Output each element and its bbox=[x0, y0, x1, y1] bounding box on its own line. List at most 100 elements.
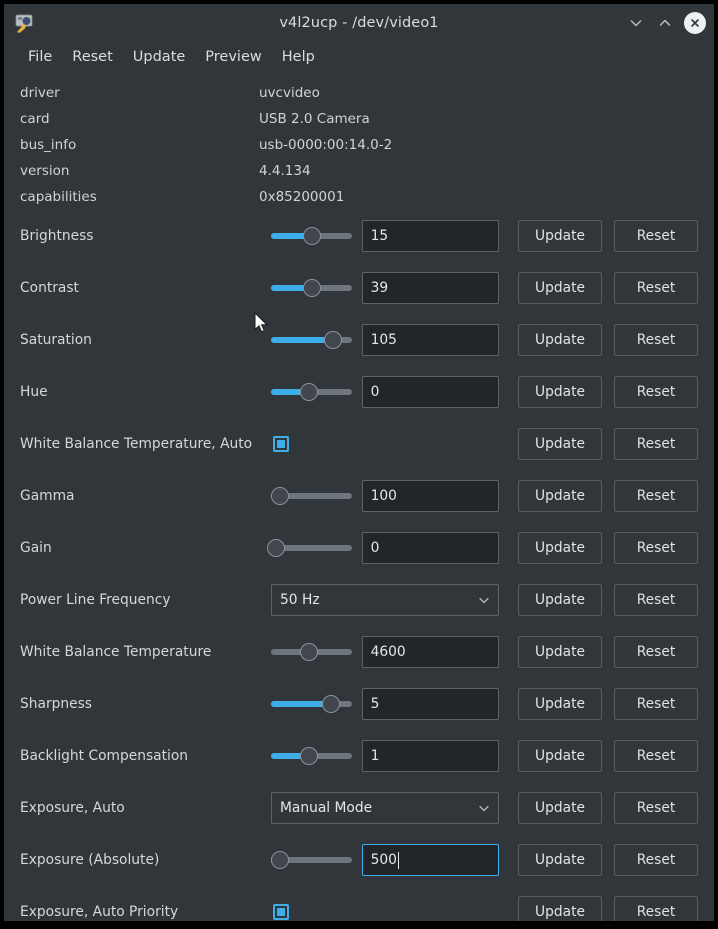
value-input-contrast[interactable]: 39 bbox=[361, 272, 499, 304]
app-window: v4l2ucp - /dev/video1 File Reset Update … bbox=[0, 0, 718, 929]
menu-item-help[interactable]: Help bbox=[272, 46, 325, 68]
update-button-exposure-absolute[interactable]: Update bbox=[518, 844, 602, 876]
title-bar[interactable]: v4l2ucp - /dev/video1 bbox=[4, 4, 714, 42]
control-widget-power-line-frequency: 50 Hz bbox=[259, 584, 499, 616]
control-row-exposure-auto-priority: Exposure, Auto Priority Update Reset bbox=[4, 886, 714, 921]
checkbox-exposure-auto-priority[interactable] bbox=[273, 904, 289, 920]
reset-button-sharpness[interactable]: Reset bbox=[614, 688, 698, 720]
control-row-gain: Gain 0 Update Reset bbox=[4, 522, 714, 574]
control-actions-power-line-frequency: Update Reset bbox=[518, 584, 714, 616]
slider-backlight-compensation[interactable] bbox=[271, 745, 352, 767]
maximize-button[interactable] bbox=[652, 10, 678, 36]
dropdown-power-line-frequency[interactable]: 50 Hz bbox=[271, 584, 499, 616]
device-info-value: usb-0000:00:14.0-2 bbox=[259, 137, 393, 153]
device-info-key: card bbox=[20, 111, 50, 127]
slider-gamma[interactable] bbox=[270, 485, 352, 507]
device-info-value: 0x85200001 bbox=[259, 189, 345, 205]
reset-button-power-line-frequency[interactable]: Reset bbox=[614, 584, 698, 616]
control-row-saturation: Saturation 105 Update Reset bbox=[4, 314, 714, 366]
control-widget-hue: 0 bbox=[259, 376, 499, 408]
value-input-backlight-compensation[interactable]: 1 bbox=[361, 740, 499, 772]
device-info-row: bus_info usb-0000:00:14.0-2 bbox=[4, 132, 714, 158]
value-input-exposure-absolute[interactable]: 500 bbox=[361, 844, 499, 876]
slider-white-balance-temperature[interactable] bbox=[271, 641, 352, 663]
update-button-contrast[interactable]: Update bbox=[518, 272, 602, 304]
control-label-exposure-auto-priority: Exposure, Auto Priority bbox=[20, 904, 179, 920]
update-button-saturation[interactable]: Update bbox=[518, 324, 602, 356]
slider-sharpness[interactable] bbox=[271, 693, 352, 715]
value-input-brightness[interactable]: 15 bbox=[361, 220, 499, 252]
slider-handle[interactable] bbox=[270, 851, 289, 869]
device-info-key: driver bbox=[20, 85, 60, 101]
control-row-contrast: Contrast 39 Update Reset bbox=[4, 262, 714, 314]
control-row-gamma: Gamma 100 Update Reset bbox=[4, 470, 714, 522]
control-row-white-balance-temperature: White Balance Temperature 4600 Update Reset bbox=[4, 626, 714, 678]
update-button-power-line-frequency[interactable]: Update bbox=[518, 584, 602, 616]
reset-button-exposure-auto[interactable]: Reset bbox=[614, 792, 698, 824]
slider-handle[interactable] bbox=[322, 695, 341, 713]
control-actions-hue: Update Reset bbox=[518, 376, 714, 408]
control-widget-white-balance-temperature: 4600 bbox=[259, 636, 499, 668]
update-button-brightness[interactable]: Update bbox=[518, 220, 602, 252]
chevron-down-icon bbox=[478, 802, 490, 814]
slider-handle[interactable] bbox=[299, 643, 318, 661]
reset-button-gamma[interactable]: Reset bbox=[614, 480, 698, 512]
update-button-sharpness[interactable]: Update bbox=[518, 688, 602, 720]
update-button-backlight-compensation[interactable]: Update bbox=[518, 740, 602, 772]
slider-exposure-absolute[interactable] bbox=[270, 849, 352, 871]
menu-item-preview[interactable]: Preview bbox=[195, 46, 271, 68]
slider-handle[interactable] bbox=[270, 487, 289, 505]
menu-item-update[interactable]: Update bbox=[123, 46, 196, 68]
update-button-hue[interactable]: Update bbox=[518, 376, 602, 408]
value-input-sharpness[interactable]: 5 bbox=[361, 688, 499, 720]
value-input-gain[interactable]: 0 bbox=[361, 532, 499, 564]
control-actions-brightness: Update Reset bbox=[518, 220, 714, 252]
slider-saturation[interactable] bbox=[271, 329, 352, 351]
reset-button-contrast[interactable]: Reset bbox=[614, 272, 698, 304]
reset-button-white-balance-temperature-auto[interactable]: Reset bbox=[614, 428, 698, 460]
update-button-white-balance-temperature-auto[interactable]: Update bbox=[518, 428, 602, 460]
update-button-exposure-auto-priority[interactable]: Update bbox=[518, 896, 602, 921]
slider-handle[interactable] bbox=[303, 227, 322, 245]
reset-button-exposure-auto-priority[interactable]: Reset bbox=[614, 896, 698, 921]
control-label-saturation: Saturation bbox=[20, 332, 92, 348]
reset-button-hue[interactable]: Reset bbox=[614, 376, 698, 408]
menu-item-file[interactable]: File bbox=[18, 46, 62, 68]
slider-handle[interactable] bbox=[267, 539, 286, 557]
device-info-row: driver uvcvideo bbox=[4, 80, 714, 106]
reset-button-saturation[interactable]: Reset bbox=[614, 324, 698, 356]
control-actions-backlight-compensation: Update Reset bbox=[518, 740, 714, 772]
slider-gain[interactable] bbox=[267, 537, 352, 559]
reset-button-brightness[interactable]: Reset bbox=[614, 220, 698, 252]
device-info-row: capabilities 0x85200001 bbox=[4, 184, 714, 210]
menu-item-reset[interactable]: Reset bbox=[62, 46, 123, 68]
dropdown-exposure-auto[interactable]: Manual Mode bbox=[271, 792, 499, 824]
value-input-gamma[interactable]: 100 bbox=[361, 480, 499, 512]
checkbox-white-balance-temperature-auto[interactable] bbox=[273, 436, 289, 452]
slider-handle[interactable] bbox=[299, 383, 318, 401]
control-label-gamma: Gamma bbox=[20, 488, 75, 504]
update-button-exposure-auto[interactable]: Update bbox=[518, 792, 602, 824]
minimize-button[interactable] bbox=[623, 10, 649, 36]
slider-handle[interactable] bbox=[303, 279, 322, 297]
slider-hue[interactable] bbox=[271, 381, 352, 403]
device-info-key: bus_info bbox=[20, 137, 77, 153]
slider-brightness[interactable] bbox=[271, 225, 352, 247]
value-input-white-balance-temperature[interactable]: 4600 bbox=[361, 636, 499, 668]
value-input-hue[interactable]: 0 bbox=[361, 376, 499, 408]
reset-button-backlight-compensation[interactable]: Reset bbox=[614, 740, 698, 772]
update-button-gain[interactable]: Update bbox=[518, 532, 602, 564]
close-button[interactable] bbox=[684, 12, 706, 34]
slider-handle[interactable] bbox=[323, 331, 342, 349]
update-button-white-balance-temperature[interactable]: Update bbox=[518, 636, 602, 668]
slider-handle[interactable] bbox=[299, 747, 318, 765]
control-label-sharpness: Sharpness bbox=[20, 696, 92, 712]
slider-contrast[interactable] bbox=[271, 277, 352, 299]
reset-button-gain[interactable]: Reset bbox=[614, 532, 698, 564]
control-label-exposure-absolute: Exposure (Absolute) bbox=[20, 852, 160, 868]
update-button-gamma[interactable]: Update bbox=[518, 480, 602, 512]
reset-button-white-balance-temperature[interactable]: Reset bbox=[614, 636, 698, 668]
control-row-exposure-auto: Exposure, Auto Manual Mode Update Reset bbox=[4, 782, 714, 834]
reset-button-exposure-absolute[interactable]: Reset bbox=[614, 844, 698, 876]
value-input-saturation[interactable]: 105 bbox=[361, 324, 499, 356]
